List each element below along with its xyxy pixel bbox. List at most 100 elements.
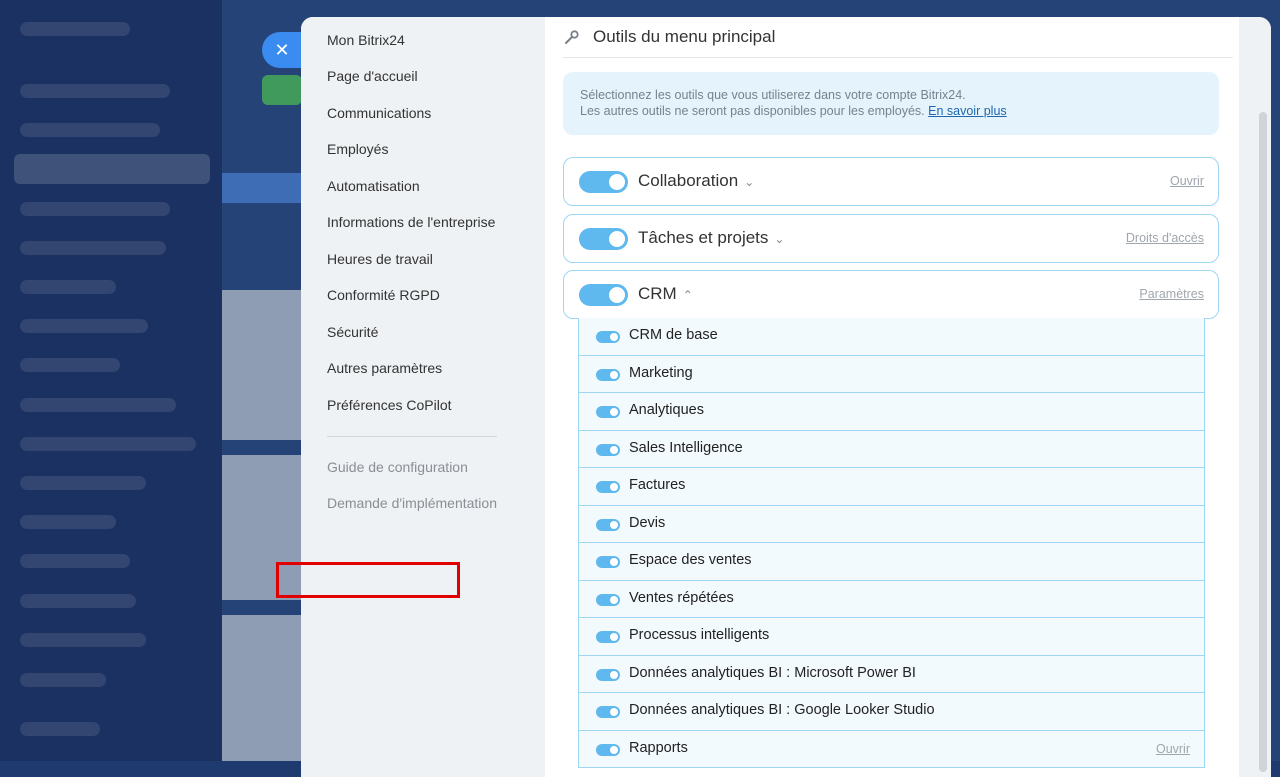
settings-panel: Mon Bitrix24 Page d'accueil Communicatio… xyxy=(301,17,1271,777)
nav-item-page-accueil[interactable]: Page d'accueil xyxy=(327,68,418,84)
list-item: CRM de base xyxy=(579,318,1204,356)
close-button[interactable]: ✕ xyxy=(262,32,302,68)
taches-projets-toggle[interactable] xyxy=(579,228,628,250)
background-row xyxy=(20,319,148,333)
collaboration-toggle[interactable] xyxy=(579,171,628,193)
collaboration-open-link[interactable]: Ouvrir xyxy=(1170,174,1204,188)
section-crm: CRM ⌃ Paramètres xyxy=(563,270,1219,319)
rapports-open-link[interactable]: Ouvrir xyxy=(1156,742,1190,756)
info-banner: Sélectionnez les outils que vous utilise… xyxy=(563,72,1219,135)
background-row xyxy=(20,722,100,736)
wrench-icon xyxy=(563,28,581,46)
background-row xyxy=(20,241,166,255)
section-name[interactable]: CRM ⌃ xyxy=(638,284,693,304)
list-item: Analytiques xyxy=(579,393,1204,431)
tool-toggle[interactable] xyxy=(596,631,620,643)
nav-item-securite[interactable]: Sécurité xyxy=(327,324,378,340)
tool-label: Rapports xyxy=(629,739,688,756)
tool-toggle[interactable] xyxy=(596,743,620,756)
page-title: Outils du menu principal xyxy=(593,27,776,46)
section-label: CRM xyxy=(638,284,677,303)
tool-label: Factures xyxy=(629,477,686,493)
tool-label: Ventes répétées xyxy=(629,589,734,606)
tool-toggle[interactable] xyxy=(596,331,620,343)
nav-divider xyxy=(327,436,497,437)
nav-item-employes[interactable]: Employés xyxy=(327,141,388,157)
background-row xyxy=(20,280,116,294)
crm-settings-link[interactable]: Paramètres xyxy=(1139,287,1204,301)
list-item: Processus intelligents xyxy=(579,618,1204,656)
list-item: Sales Intelligence xyxy=(579,430,1204,468)
tool-toggle[interactable] xyxy=(596,443,620,456)
learn-more-link[interactable]: En savoir plus xyxy=(928,104,1007,118)
tool-label: CRM de base xyxy=(629,327,718,343)
background-bar xyxy=(222,173,302,203)
list-item: Devis xyxy=(579,505,1204,543)
nav-item-autres-parametres[interactable]: Autres paramètres xyxy=(327,360,442,376)
background-row xyxy=(20,202,170,216)
section-taches-projets: Tâches et projets ⌄ Droits d'accès xyxy=(563,214,1219,263)
tool-toggle[interactable] xyxy=(596,406,620,418)
nav-item-automatisation[interactable]: Automatisation xyxy=(327,178,420,194)
settings-nav: Mon Bitrix24 Page d'accueil Communicatio… xyxy=(301,17,545,777)
section-name[interactable]: Collaboration ⌄ xyxy=(638,171,754,191)
background-row xyxy=(20,554,130,568)
nav-item-conformite-rgpd[interactable]: Conformité RGPD xyxy=(327,287,440,303)
crm-tools-list: CRM de base Marketing Analytiques Sales … xyxy=(578,318,1205,768)
tool-toggle[interactable] xyxy=(596,668,620,681)
background-row xyxy=(20,437,196,451)
access-rights-link[interactable]: Droits d'accès xyxy=(1126,231,1204,245)
tool-toggle[interactable] xyxy=(596,518,620,531)
section-label: Collaboration xyxy=(638,171,739,190)
list-item: Marketing xyxy=(579,355,1204,393)
background-row xyxy=(20,515,116,529)
list-item: Rapports Ouvrir xyxy=(579,730,1204,768)
tool-toggle[interactable] xyxy=(596,593,620,606)
nav-item-mon-bitrix24[interactable]: Mon Bitrix24 xyxy=(327,32,405,48)
nav-item-informations-entreprise[interactable]: Informations de l'entreprise xyxy=(327,214,495,230)
list-item: Données analytiques BI : Google Looker S… xyxy=(579,693,1204,731)
section-name[interactable]: Tâches et projets ⌄ xyxy=(638,228,784,248)
close-icon: ✕ xyxy=(274,39,290,60)
list-item: Données analytiques BI : Microsoft Power… xyxy=(579,655,1204,693)
chevron-down-icon[interactable]: ⌄ xyxy=(744,175,754,189)
tool-toggle[interactable] xyxy=(596,481,620,493)
info-text-line2-body: Les autres outils ne seront pas disponib… xyxy=(580,104,925,118)
nav-item-heures-de-travail[interactable]: Heures de travail xyxy=(327,251,433,267)
background-row xyxy=(20,84,170,98)
chevron-up-icon[interactable]: ⌃ xyxy=(683,288,693,302)
chevron-down-icon[interactable]: ⌄ xyxy=(774,232,784,246)
tools-content: Outils du menu principal Sélectionnez le… xyxy=(545,17,1239,777)
background-row xyxy=(20,358,120,372)
tool-label: Données analytiques BI : Microsoft Power… xyxy=(629,664,916,681)
tool-label: Analytiques xyxy=(629,402,704,418)
background-card xyxy=(222,290,302,440)
background-row xyxy=(20,123,160,137)
content-header: Outils du menu principal xyxy=(563,17,1233,58)
tool-toggle[interactable] xyxy=(596,556,620,568)
nav-item-communications[interactable]: Communications xyxy=(327,105,431,121)
nav-item-demande-implementation[interactable]: Demande d'implémentation xyxy=(327,495,497,511)
info-text-line2: Les autres outils ne seront pas disponib… xyxy=(580,104,1007,118)
nav-item-preferences-copilot[interactable]: Préférences CoPilot xyxy=(327,397,452,413)
tool-label: Devis xyxy=(629,514,666,531)
nav-item-guide-configuration[interactable]: Guide de configuration xyxy=(327,459,468,475)
background-row xyxy=(20,476,146,490)
list-item-ventes-repetees: Ventes répétées xyxy=(579,580,1204,618)
background-row xyxy=(20,398,176,412)
info-text-line1: Sélectionnez les outils que vous utilise… xyxy=(580,88,966,102)
background-row xyxy=(20,633,146,647)
highlight-box xyxy=(276,562,460,598)
scrollbar[interactable] xyxy=(1259,112,1267,772)
background-sidebar xyxy=(0,0,222,761)
tool-toggle[interactable] xyxy=(596,368,620,381)
tool-toggle[interactable] xyxy=(596,706,620,718)
tool-label: Processus intelligents xyxy=(629,627,770,643)
crm-toggle[interactable] xyxy=(579,284,628,306)
background-button xyxy=(262,75,302,105)
background-row xyxy=(20,22,130,36)
list-item: Espace des ventes xyxy=(579,543,1204,581)
list-item: Factures xyxy=(579,468,1204,506)
background-row xyxy=(14,154,210,184)
tool-label: Données analytiques BI : Google Looker S… xyxy=(629,702,935,718)
